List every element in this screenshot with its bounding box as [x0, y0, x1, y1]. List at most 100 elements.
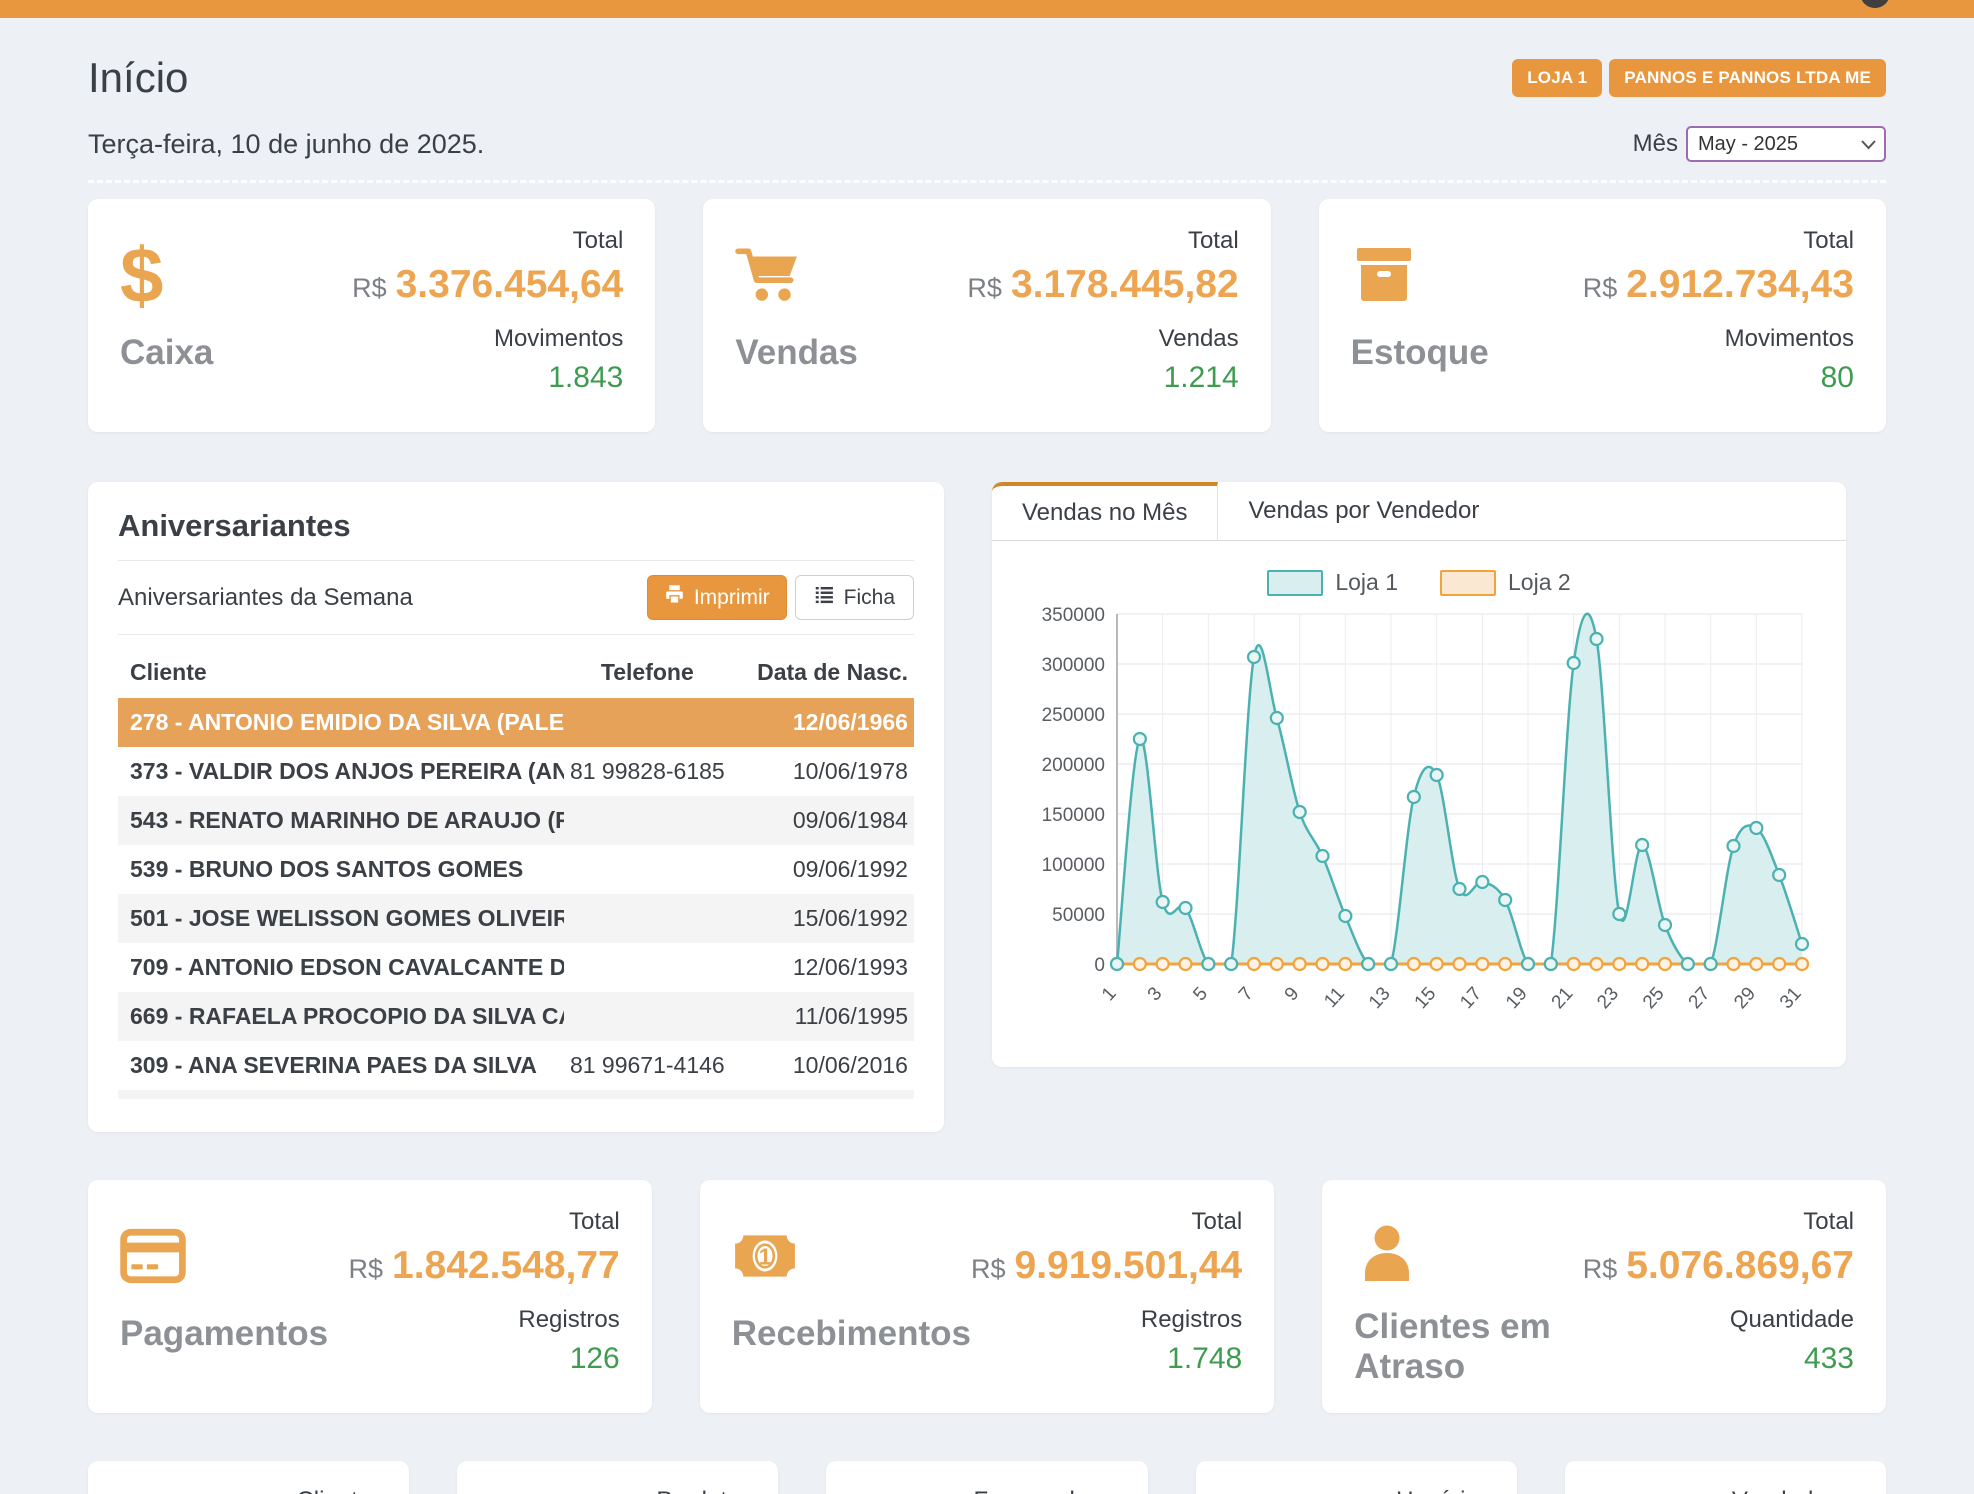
stat-card-clientes-em-atraso: Clientes em AtrasoTotalR$5.076.869,67Qua… [1322, 1180, 1886, 1413]
svg-text:200000: 200000 [1042, 755, 1105, 776]
svg-text:17: 17 [1456, 983, 1486, 1013]
person-icon [1354, 1220, 1426, 1285]
count-value: 80 [1583, 361, 1854, 395]
svg-text:21: 21 [1548, 983, 1578, 1013]
cell-nascimento: 09/06/1984 [731, 807, 914, 834]
legend-swatch-loja2 [1440, 570, 1496, 596]
legend-item-loja1[interactable]: Loja 1 [1267, 569, 1398, 596]
table-row[interactable]: 669 - RAFAELA PROCOPIO DA SILVA CA… 11/06… [118, 992, 914, 1041]
chart-tabs: Vendas no Mês Vendas por Vendedor [992, 482, 1846, 541]
avatar[interactable] [1860, 0, 1890, 8]
footer-card-fornecedores: Fornecedores [826, 1461, 1147, 1494]
tab-vendas-no-mes[interactable]: Vendas no Mês [992, 482, 1218, 540]
footer-card-label: Fornecedores [852, 1487, 1121, 1494]
table-row[interactable]: 501 - JOSE WELISSON GOMES OLIVEIR…15/06/… [118, 894, 914, 943]
print-button[interactable]: Imprimir [647, 575, 787, 620]
currency-prefix: R$ [352, 273, 387, 303]
table-row[interactable]: 278 - ANTONIO EMIDIO DA SILVA (PALE…12/0… [118, 698, 914, 747]
column-header-telefone: Telefone [564, 659, 731, 686]
footer-card-label: Produtos [483, 1487, 752, 1494]
total-value: 3.178.445,82 [1011, 263, 1239, 306]
month-select[interactable]: May - 2025 [1686, 126, 1886, 162]
legend-item-loja2[interactable]: Loja 2 [1440, 569, 1571, 596]
currency-prefix: R$ [349, 1254, 384, 1284]
svg-text:250000: 250000 [1042, 705, 1105, 726]
footer-card-label: Clientes [114, 1487, 383, 1494]
svg-text:50000: 50000 [1052, 905, 1105, 926]
svg-text:150000: 150000 [1042, 805, 1105, 826]
top-bar [0, 0, 1974, 18]
stat-card-recebimentos: 1RecebimentosTotalR$9.919.501,44Registro… [700, 1180, 1274, 1413]
ficha-button-label: Ficha [844, 586, 895, 610]
cell-cliente: 669 - RAFAELA PROCOPIO DA SILVA CA… [118, 1003, 564, 1030]
cell-nascimento: 10/06/1978 [731, 758, 914, 785]
stat-card-caixa: $CaixaTotalR$3.376.454,64Movimentos1.843 [88, 199, 655, 432]
cell-nascimento: 11/06/1995 [731, 1003, 914, 1030]
svg-text:300000: 300000 [1042, 655, 1105, 676]
money-bill-icon: 1 [732, 1220, 804, 1292]
svg-text:7: 7 [1235, 983, 1258, 1005]
table-row[interactable]: 373 - VALDIR DOS ANJOS PEREIRA (AN…81 99… [118, 747, 914, 796]
birthdays-table: Cliente Telefone Data de Nasc. 278 - ANT… [118, 645, 914, 1099]
birthdays-panel: Aniversariantes Aniversariantes da Seman… [88, 482, 944, 1132]
footer-card-label: Vendedores [1591, 1487, 1860, 1494]
table-row[interactable]: 709 - ANTONIO EDSON CAVALCANTE D…12/06/1… [118, 943, 914, 992]
total-label: Total [1583, 227, 1854, 255]
cell-telefone: 81 99828-6185 [564, 758, 731, 785]
total-label: Total [967, 227, 1238, 255]
stat-card-label: Caixa [120, 333, 213, 373]
table-row[interactable]: 539 - BRUNO DOS SANTOS GOMES 09/06/1992 [118, 845, 914, 894]
ficha-button[interactable]: Ficha [795, 575, 914, 620]
store-button[interactable]: LOJA 1 [1512, 59, 1602, 97]
count-label: Registros [971, 1306, 1242, 1334]
sales-area-chart: 0500001000001500002000002500003000003500… [1022, 600, 1816, 1036]
cell-nascimento: 15/06/1992 [731, 905, 914, 932]
total-value: 5.076.869,67 [1626, 1244, 1854, 1287]
svg-text:11: 11 [1320, 983, 1349, 1012]
summary-cards-top: $CaixaTotalR$3.376.454,64Movimentos1.843… [88, 199, 1886, 432]
cell-nascimento: 09/06/1992 [731, 856, 914, 883]
svg-text:19: 19 [1502, 983, 1532, 1013]
column-header-cliente: Cliente [118, 659, 564, 686]
stat-card-label: Pagamentos [120, 1314, 328, 1354]
svg-text:350000: 350000 [1042, 605, 1105, 626]
svg-text:1: 1 [758, 1243, 771, 1269]
month-label: Mês [1633, 130, 1678, 158]
count-value: 126 [349, 1342, 620, 1376]
svg-text:25: 25 [1639, 983, 1669, 1013]
footer-card-label: Usuários [1222, 1487, 1491, 1494]
total-label: Total [971, 1208, 1242, 1236]
print-button-label: Imprimir [694, 586, 770, 610]
svg-text:1: 1 [1098, 983, 1121, 1005]
count-value: 1.214 [967, 361, 1238, 395]
svg-text:13: 13 [1365, 983, 1395, 1013]
svg-text:29: 29 [1730, 983, 1760, 1013]
cart-icon [735, 239, 807, 311]
table-row[interactable]: 309 - ANA SEVERINA PAES DA SILVA81 99671… [118, 1041, 914, 1090]
cell-nascimento: 12/06/1993 [731, 954, 914, 981]
currency-prefix: R$ [967, 273, 1002, 303]
date-row: Terça-feira, 10 de junho de 2025. Mês Ma… [88, 126, 1886, 162]
count-label: Vendas [967, 325, 1238, 353]
cell-telefone: 81 99671-4146 [564, 1052, 731, 1079]
total-label: Total [352, 227, 623, 255]
cell-cliente: 543 - RENATO MARINHO DE ARAUJO (F… [118, 807, 564, 834]
stat-card-pagamentos: PagamentosTotalR$1.842.548,77Registros12… [88, 1180, 652, 1413]
currency-prefix: R$ [1583, 1254, 1618, 1284]
tab-vendas-por-vendedor[interactable]: Vendas por Vendedor [1218, 482, 1509, 540]
cell-nascimento: 12/06/1966 [731, 709, 914, 736]
count-value: 1.748 [971, 1342, 1242, 1376]
cell-nascimento: 10/06/2016 [731, 1052, 914, 1079]
company-button[interactable]: PANNOS E PANNOS LTDA ME [1609, 59, 1886, 97]
birthdays-title: Aniversariantes [118, 508, 914, 561]
stat-card-vendas: Vendas Total R$ 3.178.445,82 Vendas 1.214 [703, 199, 1270, 432]
birthdays-subtitle: Aniversariantes da Semana [118, 584, 413, 612]
current-date: Terça-feira, 10 de junho de 2025. [88, 129, 484, 160]
dollar-icon: $ [120, 239, 192, 311]
total-value: 2.912.734,43 [1626, 263, 1854, 306]
cell-cliente: 539 - BRUNO DOS SANTOS GOMES [118, 856, 564, 883]
footer-card-clientes: Clientes [88, 1461, 409, 1494]
stat-card-label: Vendas [735, 333, 858, 373]
table-row[interactable]: 543 - RENATO MARINHO DE ARAUJO (F… 09/06/… [118, 796, 914, 845]
svg-text:100000: 100000 [1042, 855, 1105, 876]
